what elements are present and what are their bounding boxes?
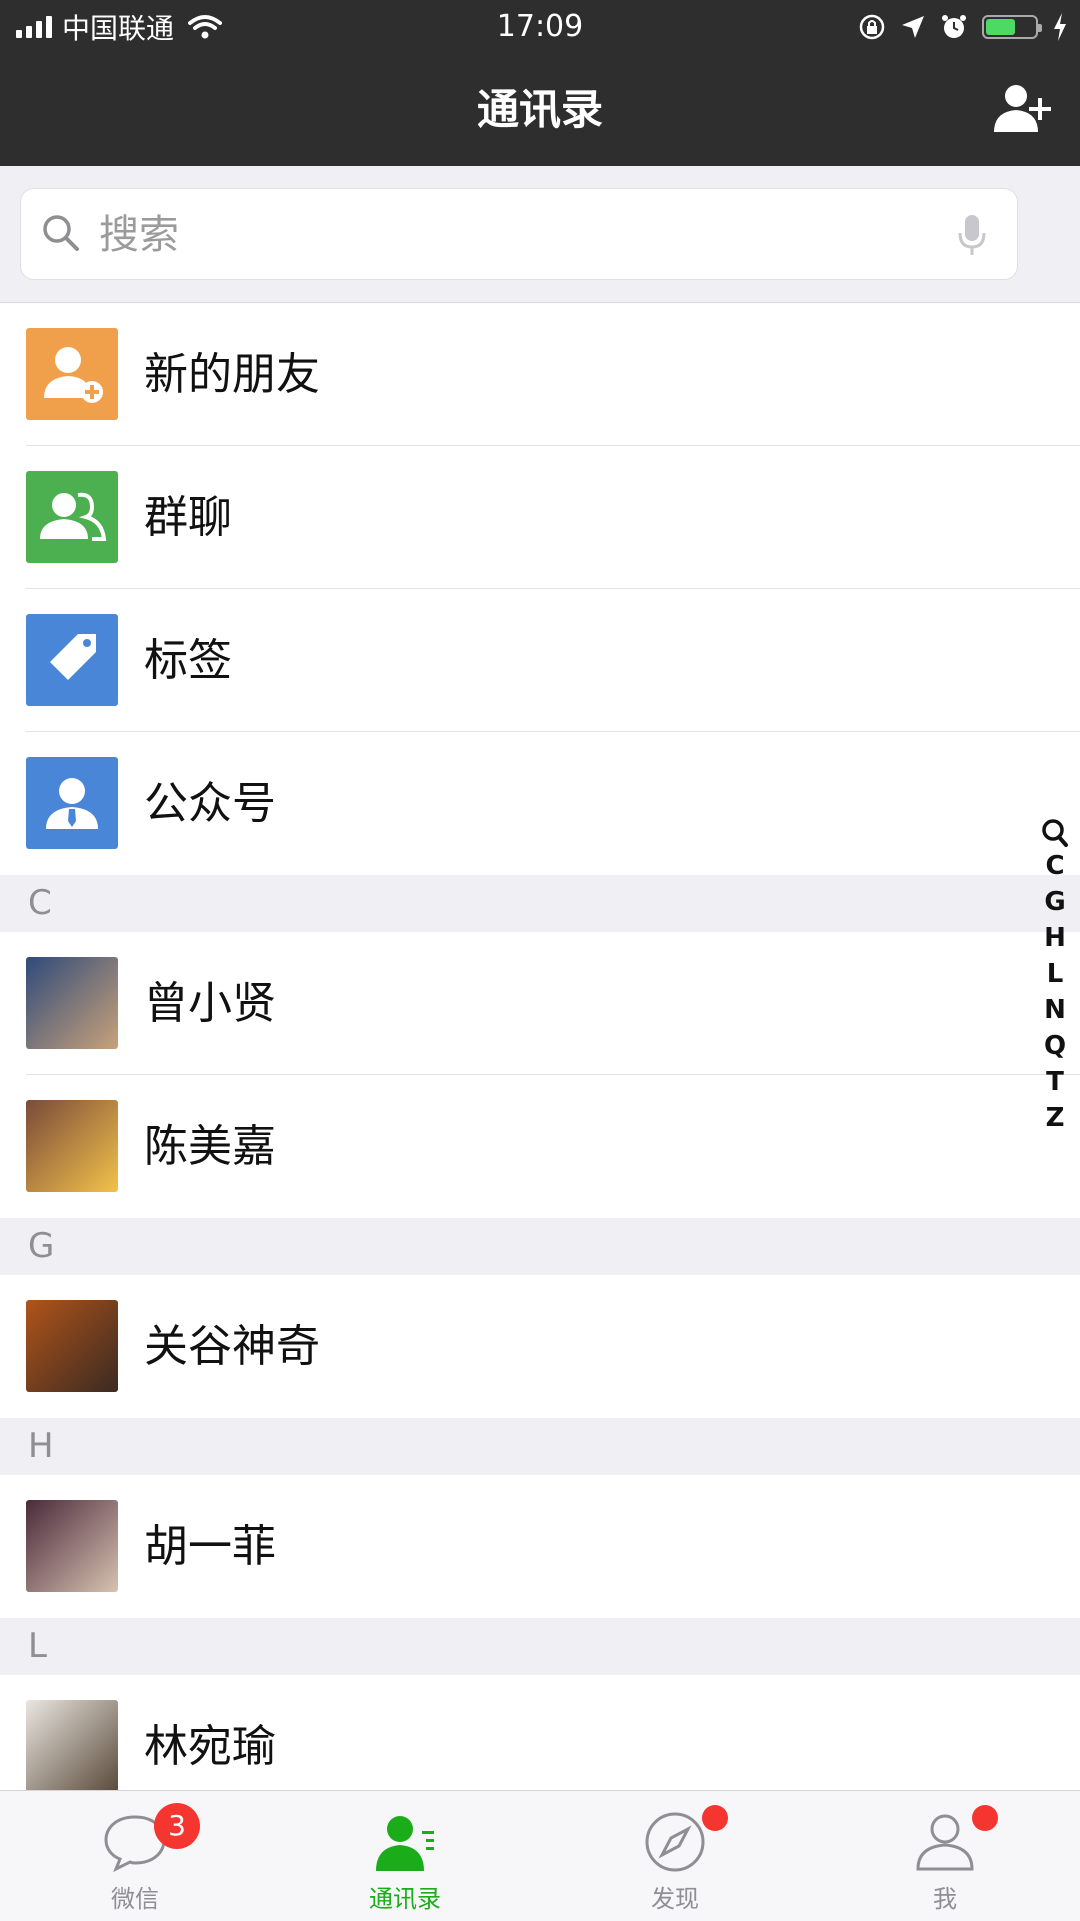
section-header-c: C <box>0 875 1080 932</box>
index-search-icon[interactable] <box>1041 818 1069 848</box>
tags-row[interactable]: 标签 <box>0 589 1080 732</box>
page-title: 通讯录 <box>476 85 603 134</box>
tab-me[interactable]: 我 <box>810 1791 1080 1921</box>
tags-label: 标签 <box>144 635 232 686</box>
location-icon <box>902 16 924 38</box>
battery-level <box>986 19 1015 35</box>
contact-row[interactable]: 曾小贤 <box>0 932 1080 1075</box>
alphabet-index-bar[interactable]: C G H L N Q T Z <box>1040 818 1070 1136</box>
search-area <box>0 166 1080 303</box>
group-chat-label: 群聊 <box>144 492 232 543</box>
tab-bar: 3 微信 通讯录 发现 我 <box>0 1790 1080 1921</box>
avatar <box>26 1300 118 1392</box>
index-letter[interactable]: Z <box>1046 1100 1065 1136</box>
new-friends-row[interactable]: 新的朋友 <box>0 303 1080 446</box>
tab-label: 发现 <box>651 1885 699 1913</box>
group-chat-icon <box>26 471 118 563</box>
avatar <box>26 1700 118 1792</box>
tab-label: 通讯录 <box>369 1885 441 1913</box>
search-box[interactable] <box>20 188 1018 280</box>
contact-name: 关谷神奇 <box>144 1321 320 1372</box>
status-right <box>858 8 1068 46</box>
profile-icon <box>916 1814 974 1871</box>
official-accounts-row[interactable]: 公众号 <box>0 732 1080 875</box>
tab-label: 微信 <box>111 1885 159 1913</box>
notification-dot <box>972 1805 998 1831</box>
official-account-icon <box>26 757 118 849</box>
alarm-icon <box>942 15 966 38</box>
avatar <box>26 957 118 1049</box>
official-accounts-label: 公众号 <box>144 778 276 829</box>
contact-row[interactable]: 陈美嘉 <box>0 1075 1080 1218</box>
search-icon <box>43 215 79 251</box>
battery-icon <box>982 15 1042 39</box>
section-header-g: G <box>0 1218 1080 1275</box>
index-letter[interactable]: N <box>1044 992 1066 1028</box>
contact-name: 曾小贤 <box>144 978 276 1029</box>
microphone-icon[interactable] <box>957 213 987 257</box>
section-header-h: H <box>0 1418 1080 1475</box>
contact-row[interactable]: 关谷神奇 <box>0 1275 1080 1418</box>
avatar <box>26 1500 118 1592</box>
compass-icon <box>645 1812 705 1872</box>
tab-label: 我 <box>933 1885 957 1913</box>
index-letter[interactable]: Q <box>1044 1028 1066 1064</box>
contacts-icon <box>376 1816 434 1871</box>
avatar <box>26 1100 118 1192</box>
add-user-icon[interactable] <box>994 82 1052 138</box>
tab-chats[interactable]: 3 微信 <box>0 1791 270 1921</box>
index-letter[interactable]: C <box>1045 848 1064 884</box>
index-letter[interactable]: L <box>1047 956 1064 992</box>
index-letter[interactable]: G <box>1044 884 1065 920</box>
section-header-l: L <box>0 1618 1080 1675</box>
new-friends-label: 新的朋友 <box>144 349 320 400</box>
orientation-lock-icon <box>859 14 885 40</box>
index-letter[interactable]: T <box>1046 1064 1064 1100</box>
new-friend-icon <box>26 328 118 420</box>
tab-discover[interactable]: 发现 <box>540 1791 810 1921</box>
contact-list: 新的朋友 群聊 标签 公众号 C 曾小贤 陈美嘉 G 关谷神奇 H 胡一菲 L … <box>0 303 1080 1818</box>
unread-badge: 3 <box>154 1803 200 1849</box>
contact-name: 胡一菲 <box>144 1521 276 1572</box>
contact-row[interactable]: 胡一菲 <box>0 1475 1080 1618</box>
tab-contacts[interactable]: 通讯录 <box>270 1791 540 1921</box>
index-letter[interactable]: H <box>1044 920 1066 956</box>
search-input[interactable] <box>97 203 921 267</box>
charging-icon <box>1054 13 1066 41</box>
navigation-bar: 通讯录 <box>0 54 1080 166</box>
notification-dot <box>702 1805 728 1831</box>
tag-icon <box>26 614 118 706</box>
group-chat-row[interactable]: 群聊 <box>0 446 1080 589</box>
contact-name: 陈美嘉 <box>144 1121 276 1172</box>
status-bar: 中国联通 17:09 <box>0 0 1080 54</box>
